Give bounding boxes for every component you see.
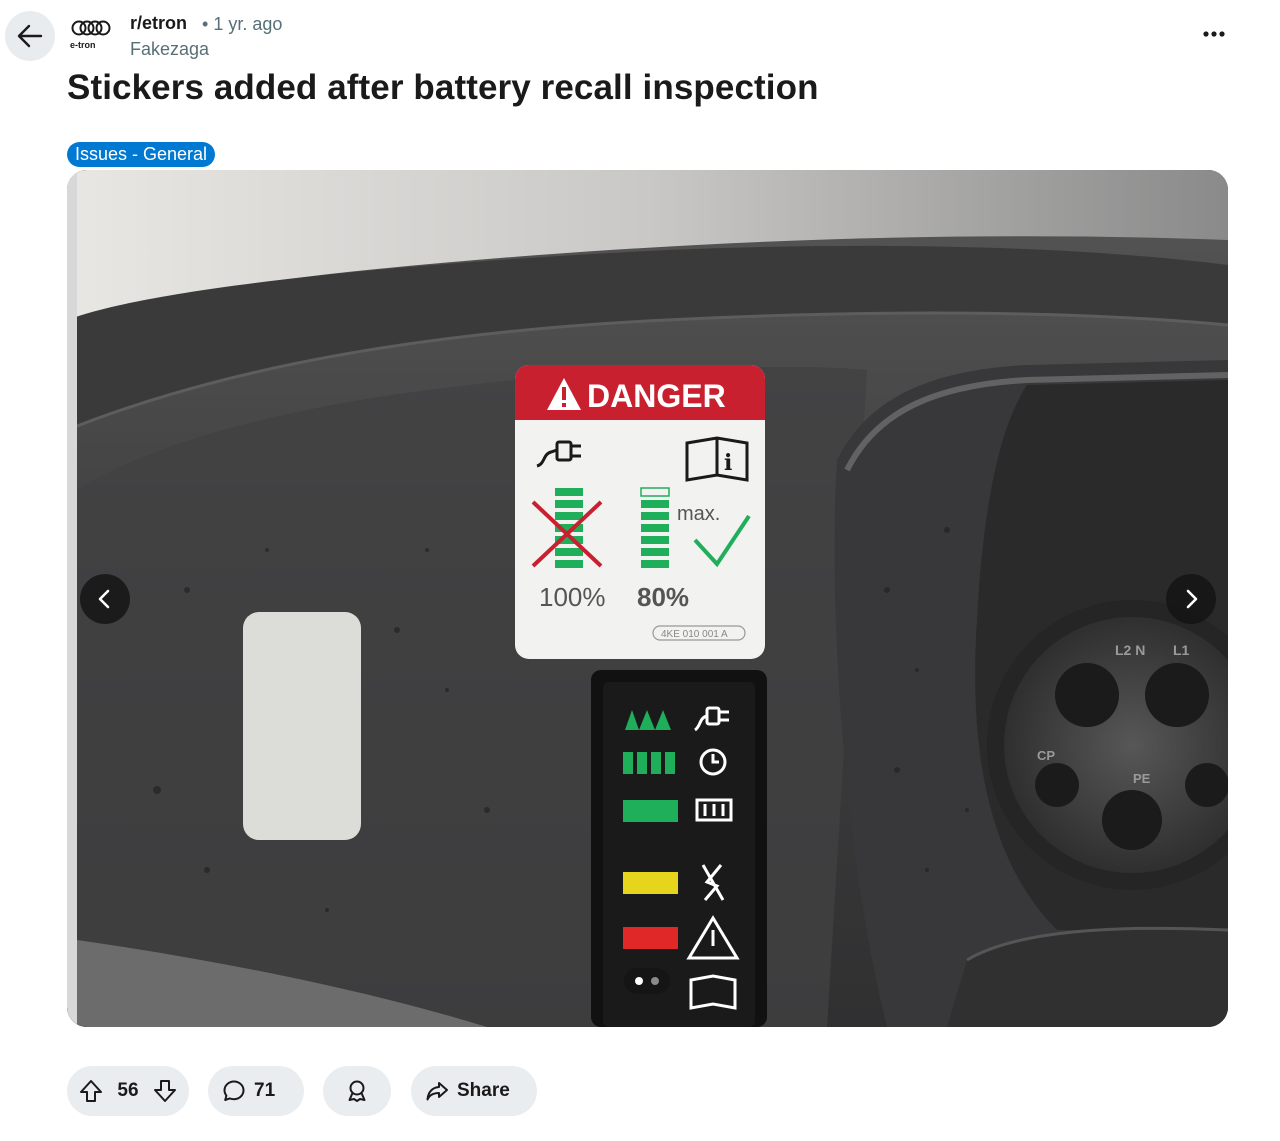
vote-count: 56 <box>117 1080 139 1101</box>
chevron-left-icon <box>98 589 110 609</box>
award-icon <box>348 1080 366 1102</box>
sticker-heading: DANGER <box>587 378 726 414</box>
back-button[interactable] <box>5 11 55 61</box>
subreddit-avatar[interactable]: e-tron <box>68 18 116 52</box>
downvote-icon <box>153 1080 176 1102</box>
post-image[interactable]: L2 N L1 CP PE DANGER i max. 100% 80% 4KE… <box>67 170 1228 1027</box>
comments-button[interactable]: 71 <box>208 1066 304 1116</box>
logo-wordmark: e-tron <box>70 40 96 50</box>
charge-port-photo: L2 N L1 CP PE DANGER i max. 100% 80% 4KE… <box>67 170 1228 1027</box>
share-button[interactable]: Share <box>411 1066 537 1116</box>
carousel-indicator <box>624 968 670 994</box>
arrow-left-icon <box>17 24 43 48</box>
socket-label-left: CP <box>1037 748 1055 763</box>
carousel-dot-active[interactable] <box>635 977 643 985</box>
post-meta: • 1 yr. ago <box>202 14 282 35</box>
more-options-button[interactable] <box>1196 18 1232 50</box>
sticker-max-label: max. <box>677 503 720 525</box>
svg-text:i: i <box>724 450 732 476</box>
award-button[interactable] <box>323 1066 391 1116</box>
comment-icon <box>223 1080 245 1101</box>
post-title[interactable]: Stickers added after battery recall insp… <box>67 68 819 108</box>
socket-label-top: L2 N <box>1115 642 1145 658</box>
more-dots-icon <box>1203 31 1225 37</box>
post-age: 1 yr. ago <box>213 14 283 34</box>
chevron-right-icon <box>1186 589 1198 609</box>
socket-label-right-top: L1 <box>1173 642 1190 658</box>
carousel-next-button[interactable] <box>1166 574 1216 624</box>
share-label: Share <box>457 1080 510 1101</box>
comment-count: 71 <box>254 1080 276 1101</box>
audi-rings-logo: e-tron <box>70 20 111 50</box>
sticker-part-number: 4KE 010 001 A <box>661 629 728 640</box>
downvote-button[interactable] <box>153 1079 177 1103</box>
sticker-left-percent: 100% <box>539 582 606 612</box>
subreddit-name[interactable]: r/etron <box>130 13 187 34</box>
upvote-icon <box>80 1080 102 1102</box>
author-name[interactable]: Fakezaga <box>130 39 209 60</box>
upvote-button[interactable] <box>79 1079 103 1103</box>
sticker-right-percent: 80% <box>637 582 689 612</box>
meta-separator: • <box>202 14 209 34</box>
carousel-prev-button[interactable] <box>80 574 130 624</box>
socket-label-pe: PE <box>1133 771 1151 786</box>
vote-bar: 56 <box>67 1066 189 1116</box>
carousel-dot[interactable] <box>651 977 659 985</box>
post-flair[interactable]: Issues - General <box>67 142 216 167</box>
share-icon <box>426 1082 448 1101</box>
